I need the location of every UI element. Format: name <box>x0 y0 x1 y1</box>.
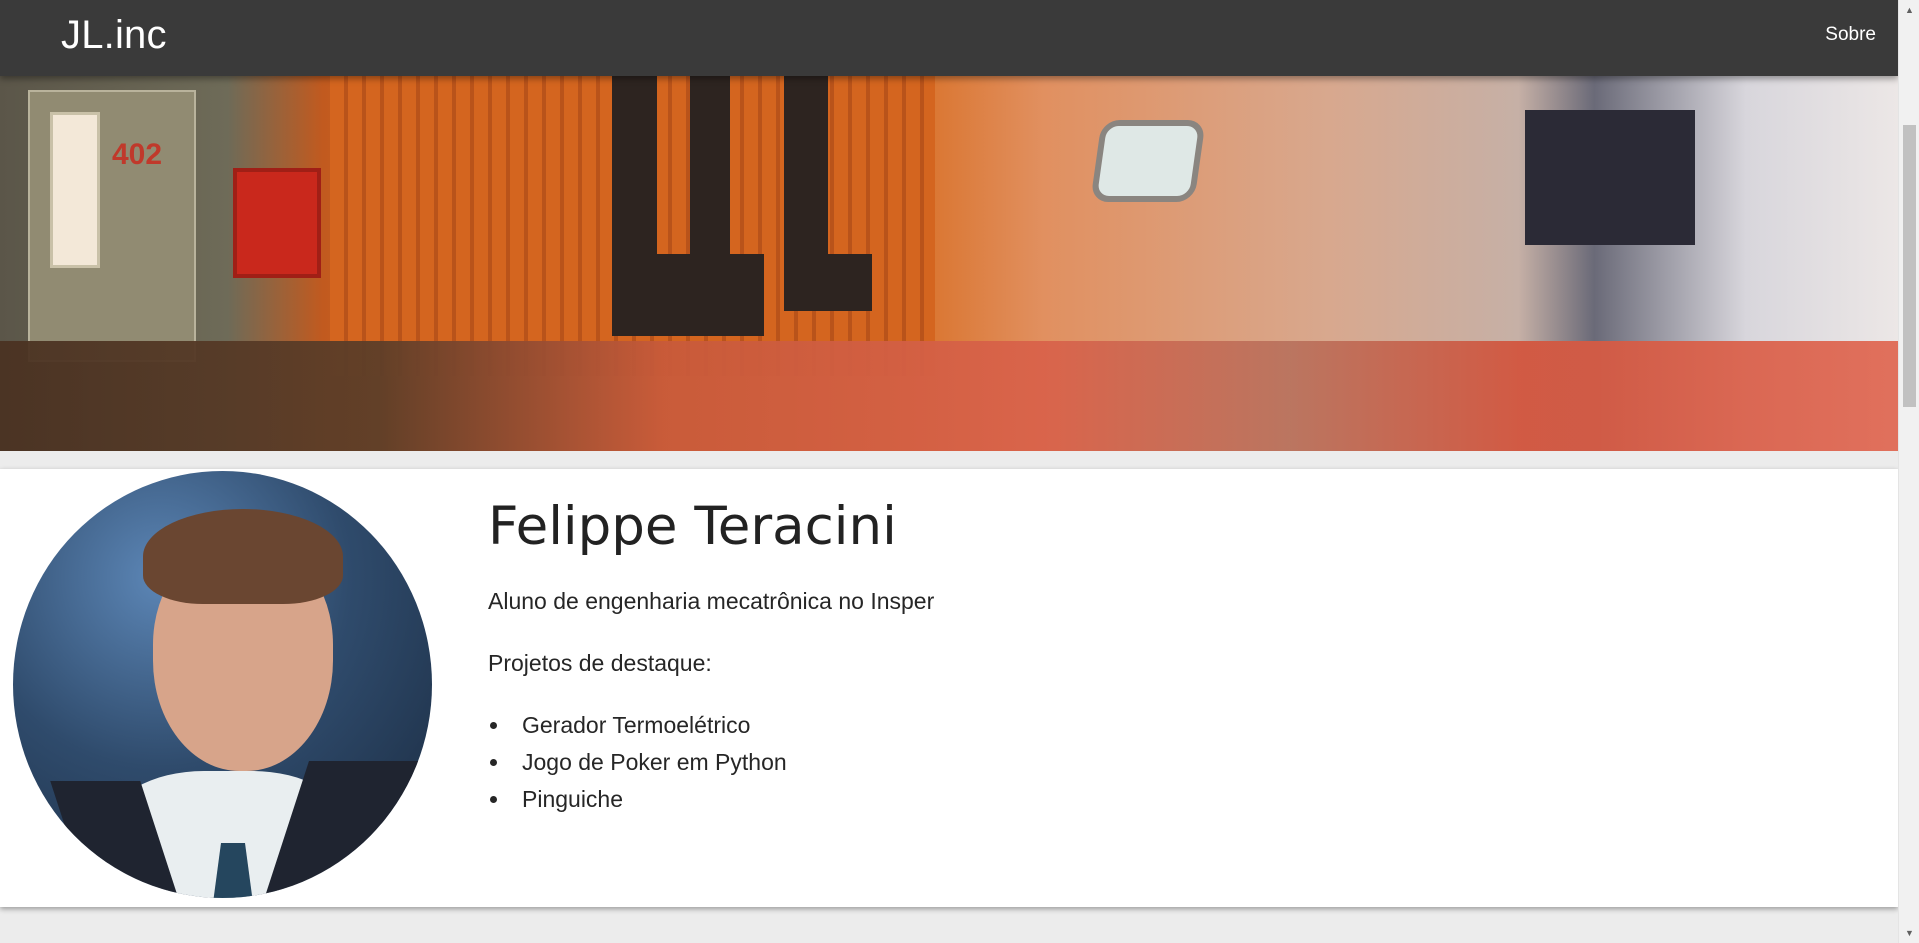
hero-banner-image: 402 <box>0 76 1898 451</box>
project-item: Pinguiche <box>488 785 787 822</box>
hero-wall-mirror <box>1090 120 1206 202</box>
page-viewport: JL.inc Sobre 402 Felippe Teracini Aluno <box>0 0 1898 943</box>
top-navbar: JL.inc Sobre <box>0 0 1898 76</box>
hero-fire-hose-box <box>233 168 321 278</box>
projects-heading: Projetos de destaque: <box>488 650 712 676</box>
hero-floor <box>0 341 1898 451</box>
project-item: Gerador Termoelétrico <box>488 711 787 748</box>
hero-logo-shape-5 <box>784 254 872 311</box>
nav-link-sobre[interactable]: Sobre <box>1825 24 1876 46</box>
projects-list: Gerador Termoelétrico Jogo de Poker em P… <box>488 711 787 822</box>
profile-subtitle: Aluno de engenharia mecatrônica no Inspe… <box>488 588 935 614</box>
scroll-up-arrow-icon[interactable]: ▲ <box>1899 0 1919 20</box>
hero-corridor-dark-area <box>1525 110 1695 245</box>
scroll-thumb[interactable] <box>1903 125 1916 407</box>
avatar-hair <box>143 509 343 604</box>
profile-card: Felippe Teracini Aluno de engenharia mec… <box>0 469 1898 907</box>
hero-logo-shape-3 <box>690 76 730 262</box>
scroll-down-arrow-icon[interactable]: ▼ <box>1899 923 1919 943</box>
profile-name: Felippe Teracini <box>488 496 897 557</box>
hero-door-window <box>50 112 100 268</box>
hero-logo-shape-2 <box>612 254 764 336</box>
vertical-scrollbar[interactable]: ▲ ▼ <box>1898 0 1919 943</box>
hero-door: 402 <box>28 90 196 362</box>
brand-logo-link[interactable]: JL.inc <box>61 13 167 58</box>
profile-avatar <box>13 471 432 898</box>
hero-door-number: 402 <box>112 138 163 171</box>
project-item: Jogo de Poker em Python <box>488 748 787 785</box>
